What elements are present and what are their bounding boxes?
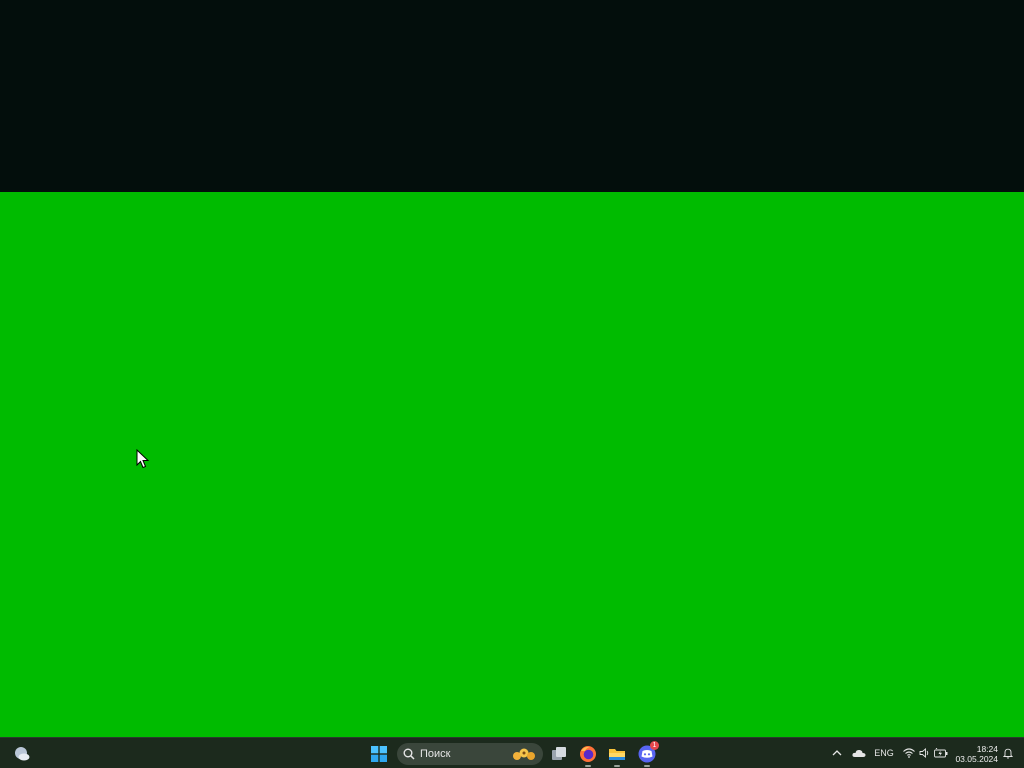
taskbar-app-file-explorer[interactable] [604,741,630,767]
running-indicator [644,765,650,767]
input-language-indicator[interactable]: ENG [872,744,896,762]
taskbar-app-task-view[interactable] [546,741,572,767]
search-icon [403,748,415,760]
search-placeholder: Поиск [420,748,451,760]
system-clock[interactable]: 18:24 03.05.2024 [952,741,998,767]
clock-time: 18:24 [976,744,998,754]
volume-icon [919,748,928,758]
weather-widget-button[interactable] [8,741,36,767]
search-highlight-flowers-icon [513,748,535,760]
notification-center-button[interactable] [999,744,1017,762]
bell-icon [1003,748,1013,759]
chevron-up-icon [832,750,842,756]
desktop-top-band [0,0,1024,192]
running-indicator [614,765,620,767]
task-view-icon [552,747,566,760]
weather-icon [15,747,30,761]
start-button[interactable] [366,741,392,767]
windows-start-icon [371,746,387,762]
cloud-icon [852,749,866,757]
battery-tray-button[interactable] [932,745,950,761]
volume-tray-button[interactable] [916,745,932,761]
taskbar: Поиск 1 ENG 18:24 03.05.2024 [0,737,1024,768]
desktop-background [0,192,1024,737]
battery-icon [934,748,948,758]
clock-date: 03.05.2024 [955,754,998,764]
taskbar-app-discord[interactable]: 1 [634,741,660,767]
show-hidden-icons-button[interactable] [828,744,846,762]
folder-icon [609,749,625,760]
taskbar-search-box[interactable]: Поиск [397,743,543,765]
mouse-cursor-icon [136,449,150,469]
onedrive-tray-button[interactable] [849,744,869,762]
wifi-tray-button[interactable] [901,745,917,761]
running-indicator [585,765,591,767]
taskbar-app-firefox[interactable] [575,741,601,767]
firefox-icon [580,746,596,762]
wifi-icon [903,748,915,758]
notification-badge: 1 [650,741,659,750]
